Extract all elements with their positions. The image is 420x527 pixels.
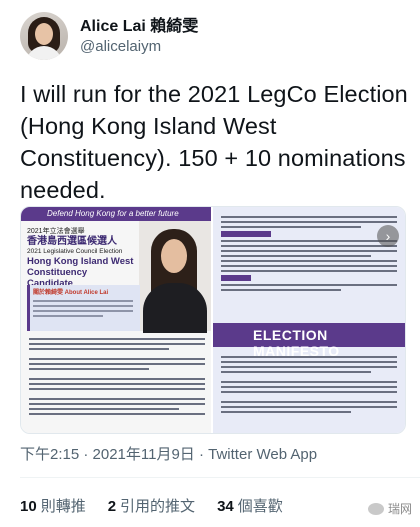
flyer-title-block: 2021年立法會選舉 香港島西選區候選人 2021 Legislative Co… [27,227,135,289]
tweet-stats: 10 則轉推 2 引用的推文 34 個喜歡 [20,495,305,516]
flyer-banner: Defend Hong Kong for a better future [21,207,211,221]
tweet-text: I will run for the 2021 LegCo Election (… [20,81,408,203]
user-handle[interactable]: @alicelaiym [80,37,198,56]
watermark-text: 瑞网 [387,502,412,516]
quotes-label: 引用的推文 [120,498,196,515]
flyer-left-panel: Defend Hong Kong for a better future 202… [21,207,211,433]
next-image-chevron-icon[interactable]: › [377,225,399,247]
divider [20,477,420,478]
flyer-right-body-text [221,213,397,294]
flyer-about-box: 關於賴綺雯 About Alice Lai [27,285,140,331]
flyer-left-body-text [29,335,205,418]
user-names: Alice Lai 賴綺雯 @alicelaiym [80,17,198,56]
candidate-portrait [139,221,211,333]
flyer-cn-title: 香港島西選區候選人 [27,236,117,247]
tweet-media-image[interactable]: Defend Hong Kong for a better future 202… [20,206,406,434]
quotes-stat[interactable]: 2 引用的推文 [108,495,195,516]
flyer-en-subtitle: 2021 Legislative Council Election [27,248,123,255]
avatar[interactable] [20,12,68,60]
manifesto-body-text [221,353,397,416]
display-name[interactable]: Alice Lai 賴綺雯 [80,17,198,37]
tweet-header: Alice Lai 賴綺雯 @alicelaiym [20,12,198,60]
retweets-label: 則轉推 [40,498,86,515]
watermark: 瑞网 [367,500,412,517]
flyer-en-title-1: Hong Kong Island West [27,256,134,267]
retweets-stat[interactable]: 10 則轉推 [20,495,86,516]
quotes-count: 2 [107,498,117,515]
retweets-count: 10 [20,498,37,515]
wechat-icon [367,502,384,515]
likes-label: 個喜歡 [237,498,283,515]
likes-count: 34 [217,498,234,515]
tweet-timestamp[interactable]: 下午2:15 · 2021年11月9日 · Twitter Web App [20,443,317,464]
manifesto-banner: ELECTION MANIFESTO [213,323,405,359]
flyer-cn-subtitle: 2021年立法會選舉 [27,228,85,235]
likes-stat[interactable]: 34 個喜歡 [217,495,283,516]
flyer-banner-text: Defend Hong Kong for a better future [47,209,179,218]
